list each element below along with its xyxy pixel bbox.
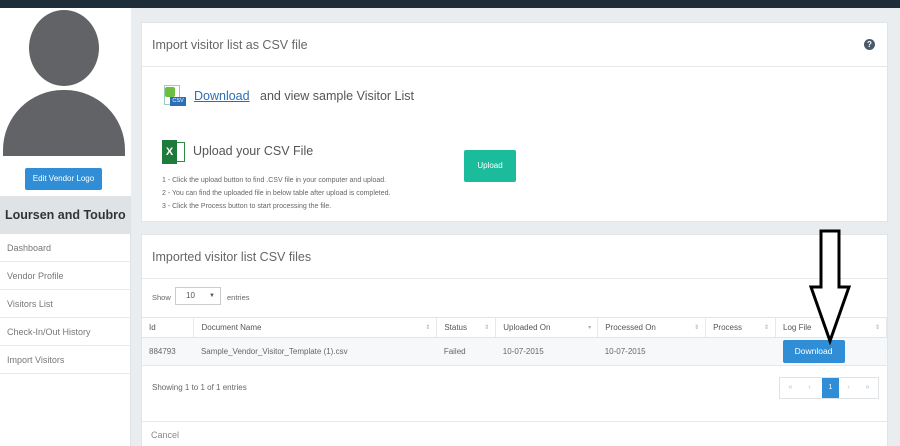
cell-status: Failed bbox=[436, 337, 496, 366]
top-bar bbox=[0, 0, 900, 8]
show-label: Show bbox=[152, 293, 171, 302]
column-header-id[interactable]: Id bbox=[142, 317, 195, 338]
next-page-icon[interactable]: › bbox=[840, 378, 857, 398]
vendor-logo: Edit Vendor Logo bbox=[0, 8, 131, 196]
instruction-line: 1 - Click the upload button to find .CSV… bbox=[162, 177, 387, 184]
caret-down-icon: ▼ bbox=[209, 293, 215, 299]
entries-label: entries bbox=[227, 293, 250, 302]
column-header-process[interactable]: Process ⇕ bbox=[705, 317, 777, 338]
cell-document-name: Sample_Vendor_Visitor_Template (1).csv bbox=[193, 337, 437, 366]
sort-icon: ⇕ bbox=[694, 325, 700, 331]
instruction-line: 2 - You can find the uploaded file in be… bbox=[162, 190, 391, 197]
table-info: Showing 1 to 1 of 1 entries bbox=[152, 383, 247, 392]
page-1-button[interactable]: 1 bbox=[822, 378, 839, 398]
column-header-status[interactable]: Status ⇕ bbox=[436, 317, 497, 338]
sort-icon: ⇕ bbox=[484, 325, 490, 331]
imported-files-title: Imported visitor list CSV files bbox=[142, 235, 887, 279]
first-page-icon[interactable]: « bbox=[782, 378, 799, 398]
sort-down-icon: ▾ bbox=[588, 325, 592, 331]
import-panel-title: Import visitor list as CSV file bbox=[142, 23, 887, 67]
sidebar-item-vendor-profile[interactable]: Vendor Profile bbox=[0, 262, 131, 290]
cancel-button[interactable]: Cancel bbox=[151, 430, 179, 440]
excel-icon: X bbox=[162, 140, 186, 164]
cell-uploaded-on: 10-07-2015 bbox=[495, 337, 598, 366]
avatar-head-icon bbox=[29, 10, 99, 86]
table-header-row: Id Document Name ⇕ Status ⇕ Uploaded On ▾ P… bbox=[142, 317, 887, 338]
sort-icon: ⇕ bbox=[425, 325, 431, 331]
csv-tag: CSV bbox=[170, 97, 186, 106]
sort-icon: ⇕ bbox=[764, 325, 770, 331]
column-header-document-name[interactable]: Document Name ⇕ bbox=[193, 317, 438, 338]
upload-title: Upload your CSV File bbox=[193, 144, 314, 158]
download-sample-text: and view sample Visitor List bbox=[260, 89, 415, 103]
sidebar-item-check-in-out-history[interactable]: Check-In/Out History bbox=[0, 318, 131, 346]
sidebar-item-dashboard[interactable]: Dashboard bbox=[0, 234, 131, 262]
cell-id: 884793 bbox=[142, 337, 194, 366]
cell-process bbox=[705, 337, 776, 366]
imported-files-table: Id Document Name ⇕ Status ⇕ Uploaded On ▾ P… bbox=[142, 317, 887, 366]
previous-page-icon[interactable]: ‹ bbox=[801, 378, 818, 398]
upload-instructions: 1 - Click the upload button to find .CSV… bbox=[162, 174, 390, 213]
last-page-icon[interactable]: » bbox=[859, 378, 876, 398]
edit-vendor-logo-button[interactable]: Edit Vendor Logo bbox=[25, 168, 102, 190]
annotation-arrow-icon bbox=[808, 229, 852, 345]
sidebar: Edit Vendor Logo Loursen and Toubro Dash… bbox=[0, 8, 131, 446]
panel-footer: Cancel bbox=[142, 421, 887, 446]
download-sample-link[interactable]: Download bbox=[194, 89, 250, 103]
imported-files-panel: Imported visitor list CSV files Show 10 … bbox=[141, 234, 888, 446]
help-icon[interactable]: ? bbox=[864, 39, 875, 50]
instruction-line: 3 - Click the Process button to start pr… bbox=[162, 203, 332, 210]
upload-button[interactable]: Upload bbox=[464, 150, 516, 182]
sort-icon: ⇕ bbox=[874, 325, 880, 331]
sidebar-item-import-visitors[interactable]: Import Visitors bbox=[0, 346, 131, 374]
sidebar-item-visitors-list[interactable]: Visitors List bbox=[0, 290, 131, 318]
vendor-name: Loursen and Toubro bbox=[0, 196, 131, 234]
column-header-processed-on[interactable]: Processed On ⇕ bbox=[597, 317, 707, 338]
cell-processed-on: 10-07-2015 bbox=[597, 337, 706, 366]
csv-file-icon: CSV bbox=[162, 85, 189, 109]
avatar-body-icon bbox=[3, 90, 125, 156]
sidebar-nav: Dashboard Vendor Profile Visitors List C… bbox=[0, 234, 131, 374]
entries-select[interactable]: 10 ▼ bbox=[175, 287, 221, 305]
pagination: « ‹ 1 › » bbox=[779, 377, 879, 399]
column-header-uploaded-on[interactable]: Uploaded On ▾ bbox=[495, 317, 599, 338]
import-panel: Import visitor list as CSV file ? CSV Do… bbox=[141, 22, 888, 222]
table-row: 884793 Sample_Vendor_Visitor_Template (1… bbox=[142, 337, 887, 366]
